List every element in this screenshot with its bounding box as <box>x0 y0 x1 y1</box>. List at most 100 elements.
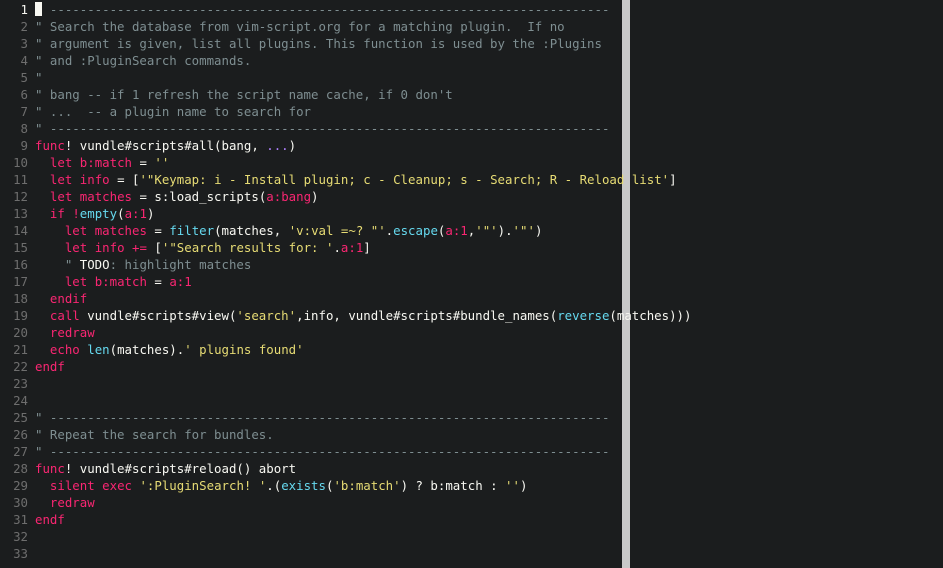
code-token: a:1 <box>340 240 364 255</box>
code-token: exec <box>102 478 132 493</box>
line-number: 17 <box>13 274 28 289</box>
code-line[interactable]: " ... -- a plugin name to search for <box>35 103 311 120</box>
code-line[interactable]: silent exec ':PluginSearch! '.(exists('b… <box>35 477 528 494</box>
code-line[interactable]: let b:match = a:1 <box>35 273 192 290</box>
line-number: 5 <box>20 70 28 85</box>
code-line[interactable]: redraw <box>35 494 95 511</box>
code-token: info <box>79 172 110 187</box>
code-line[interactable]: let matches = s:load_scripts(a:bang) <box>35 188 319 205</box>
code-line[interactable]: endf <box>35 511 65 528</box>
code-token: (matches). <box>109 342 185 357</box>
code-token: " Search the database from vim-script.or… <box>35 19 565 34</box>
code-token: a:bang <box>266 189 312 204</box>
code-token: " argument is given, list all plugins. T… <box>35 36 602 51</box>
code-token: let <box>64 274 88 289</box>
line-number: 3 <box>20 36 28 51</box>
line-number: 21 <box>13 342 28 357</box>
code-line[interactable]: echo len(matches).' plugins found' <box>35 341 304 358</box>
code-line[interactable]: if !empty(a:1) <box>35 205 155 222</box>
line-number: 15 <box>13 240 28 255</box>
code-line[interactable]: " --------------------------------------… <box>35 443 609 460</box>
code-line[interactable]: func! vundle#scripts#all(bang, ...) <box>35 137 296 154</box>
code-token: ' plugins found' <box>184 342 304 357</box>
code-line[interactable]: let info = ['"Keymap: i - Install plugin… <box>35 171 677 188</box>
code-text-area[interactable]: " --------------------------------------… <box>35 0 943 568</box>
code-line[interactable]: call vundle#scripts#view('search',info, … <box>35 307 692 324</box>
code-token: b:match <box>79 155 132 170</box>
code-line[interactable]: " --------------------------------------… <box>35 120 609 137</box>
code-token: = <box>146 274 170 289</box>
code-token: " --------------------------------------… <box>35 444 610 459</box>
code-token: '"Keymap: i - Install plugin; c - Cleanu… <box>139 172 670 187</box>
code-line[interactable]: " --------------------------------------… <box>35 1 609 18</box>
code-line[interactable]: " <box>35 69 42 86</box>
code-line[interactable]: " argument is given, list all plugins. T… <box>35 35 602 52</box>
code-token: matches <box>79 189 132 204</box>
code-token: TODO <box>79 257 110 272</box>
code-token: ) <box>311 189 319 204</box>
code-token: len <box>87 342 110 357</box>
code-line[interactable]: let b:match = '' <box>35 154 169 171</box>
code-token: exists <box>281 478 326 493</box>
code-line[interactable]: let info += ['"Search results for: '.a:1… <box>35 239 371 256</box>
line-number: 29 <box>13 478 28 493</box>
line-number: 22 <box>13 359 28 374</box>
line-number: 32 <box>13 529 28 544</box>
line-number: 30 <box>13 495 28 510</box>
code-token: " --------------------------------------… <box>35 410 610 425</box>
code-token: escape <box>393 223 438 238</box>
code-token: call <box>49 308 80 323</box>
code-token: reverse <box>557 308 610 323</box>
line-number: 8 <box>20 121 28 136</box>
code-token: ) <box>288 138 297 153</box>
line-number: 9 <box>20 138 28 153</box>
line-number: 20 <box>13 325 28 340</box>
code-token: let <box>64 240 88 255</box>
code-token: : highlight matches <box>109 257 252 272</box>
line-number: 13 <box>13 206 28 221</box>
code-line[interactable]: " Repeat the search for bundles. <box>35 426 274 443</box>
code-line[interactable]: " and :PluginSearch commands. <box>35 52 251 69</box>
code-token: if <box>49 206 65 221</box>
line-number: 14 <box>13 223 28 238</box>
line-number: 10 <box>13 155 28 170</box>
line-number: 7 <box>20 104 28 119</box>
code-token: redraw <box>49 495 95 510</box>
code-token: ) <box>534 223 543 238</box>
line-number: 31 <box>13 512 28 527</box>
code-token: ! vundle#scripts#all(bang, <box>64 138 267 153</box>
code-line[interactable]: " Search the database from vim-script.or… <box>35 18 565 35</box>
code-token: echo <box>49 342 80 357</box>
code-token: let <box>64 223 88 238</box>
code-line[interactable]: " bang -- if 1 refresh the script name c… <box>35 86 453 103</box>
vim-editor[interactable]: 1 2 3 4 5 6 7 8 9 10 11 12 13 14 15 16 17 18 19 20 21 22 23 24 2… <box>0 0 943 568</box>
code-token: func <box>35 461 65 476</box>
code-line[interactable]: " TODO: highlight matches <box>35 256 252 273</box>
code-line[interactable]: func! vundle#scripts#reload() abort <box>35 460 296 477</box>
line-number: 23 <box>13 376 28 391</box>
code-line[interactable]: endf <box>35 358 65 375</box>
code-token: let <box>49 155 73 170</box>
code-line[interactable]: let matches = filter(matches, 'v:val =~?… <box>35 222 543 239</box>
code-token: matches <box>94 223 147 238</box>
code-token: " <box>35 70 43 85</box>
code-line[interactable]: " --------------------------------------… <box>35 409 609 426</box>
code-token: ) <box>146 206 155 221</box>
code-token: a:1 <box>124 206 147 221</box>
line-number: 28 <box>13 461 28 476</box>
code-token: .( <box>266 478 282 493</box>
code-line[interactable]: redraw <box>35 324 95 341</box>
code-token: '' <box>154 155 170 170</box>
line-number: 11 <box>13 172 28 187</box>
code-line[interactable]: endif <box>35 290 87 307</box>
